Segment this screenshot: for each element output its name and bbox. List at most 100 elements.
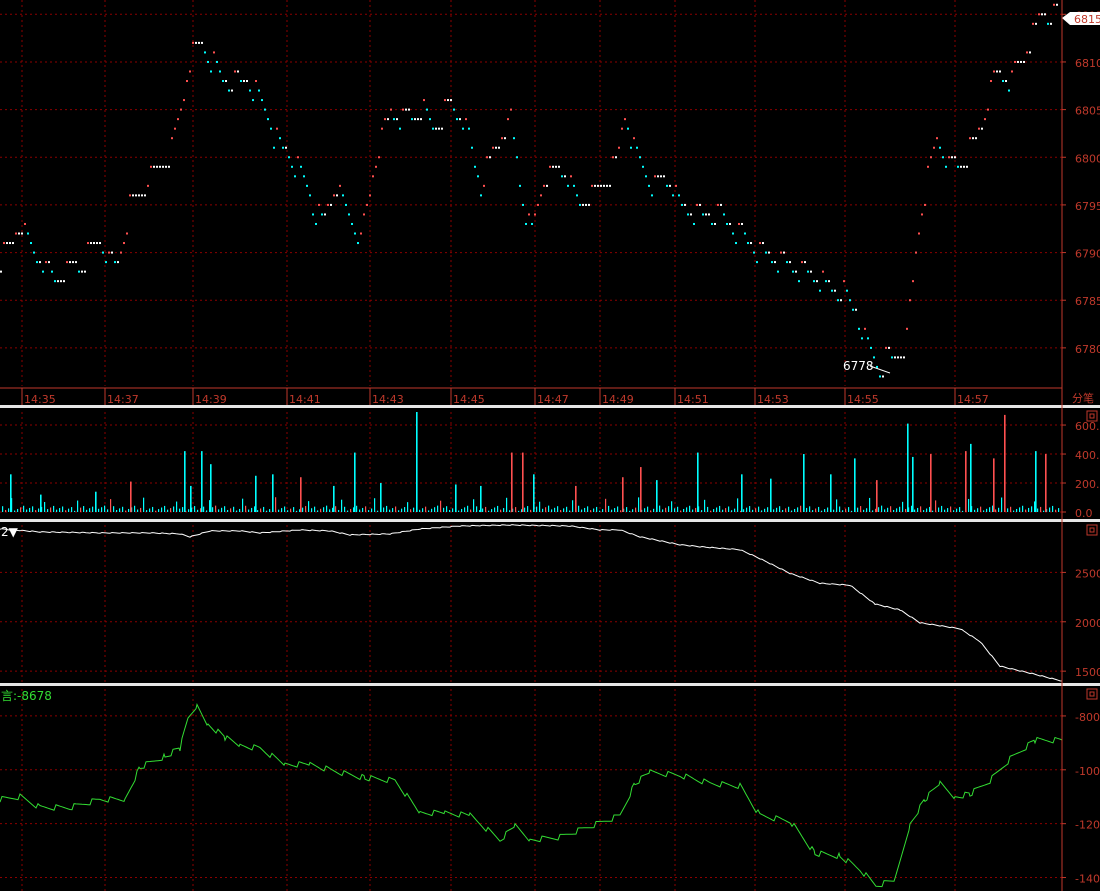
volume-bar [806,507,808,512]
volume-bar [1045,454,1047,512]
price-tick-point [654,175,656,178]
volume-bar [893,509,895,512]
price-tick-point [57,280,59,283]
volume-bar [47,509,49,512]
volume-bar [557,506,559,512]
volume-bar [314,506,316,512]
price-tick-point [309,194,311,197]
volume-bar [647,506,649,512]
price-tick-point [840,299,842,302]
volume-bar [362,507,364,512]
volume-bar [1037,508,1039,512]
volume-bar [212,507,214,512]
price-tick-point [267,118,269,121]
volume-bar [944,509,946,512]
price-tick-point [132,194,134,197]
volume-bar [1025,509,1027,512]
volume-bar [500,509,502,512]
volume-bar [566,506,568,512]
volume-bar [92,506,94,512]
price-tick-point [210,70,212,73]
volume-bar [842,510,844,512]
price-tick-point [150,165,152,168]
price-tick-point [141,194,143,197]
price-tick-point [675,184,677,187]
volume-bar [599,510,601,512]
volume-bar [970,443,972,512]
volume-bar [173,506,175,512]
volume-bar [575,485,577,512]
price-tick-point [120,251,122,254]
price-tick-point [246,80,248,83]
volume-bar [65,510,67,512]
price-tick-point [810,270,812,273]
volume-bar [119,508,121,512]
price-tick-point [885,346,887,349]
price-tick-point [855,308,857,311]
price-tick-point [750,242,752,245]
price-tick-point [303,175,305,178]
price-tick-point [330,203,332,206]
volume-bar [854,458,856,512]
price-tick-point [342,194,344,197]
price-tick-point [372,175,374,178]
volume-bar [407,502,409,512]
price-tick-point [447,99,449,102]
price-tick-point [123,242,125,245]
price-tick-point [252,99,254,102]
volume-bar [941,505,943,512]
volume-bar [896,508,898,512]
price-tick-point [999,70,1001,73]
price-tick-point [711,222,713,225]
price-tick-point [972,137,974,140]
volume-bar [227,509,229,512]
price-tick-point [33,251,35,254]
price-tick-point [579,203,581,206]
volume-bar [236,510,238,512]
price-tick-point [42,270,44,273]
volume-bar [242,498,244,512]
price-tick-point [699,203,701,206]
volume-bar [845,508,847,512]
price-tick-point [354,232,356,235]
volume-bar [530,509,532,512]
price-tick-point [1029,51,1031,54]
y-tick-label: 6780 [1075,343,1100,356]
price-tick-point [21,232,23,235]
price-tick-point [237,70,239,73]
x-tick-label: 14:53 [757,393,789,406]
separator-3 [0,683,1100,686]
price-tick-point [888,346,890,349]
volume-bar [1007,508,1009,512]
y-tick-label: -12000 [1075,819,1100,832]
volume-bar [137,509,139,512]
price-tick-point [846,289,848,292]
price-tick-point [240,80,242,83]
price-tick-point [1041,13,1043,16]
x-tick-label: 14:39 [195,393,227,406]
volume-bar [770,478,772,512]
volume-bar [1016,508,1018,512]
volume-bar [300,477,302,512]
price-tick-point [30,242,32,245]
volume-bar [764,508,766,512]
price-tick-point [366,203,368,206]
price-tick-point [1056,3,1058,6]
price-tick-point [906,327,908,330]
separator-1 [0,405,1100,408]
volume-bar [749,506,751,512]
price-tick-point [642,165,644,168]
price-tick-point [870,346,872,349]
volume-bar [983,510,985,512]
volume-bar [518,510,520,512]
volume-bar [881,505,883,512]
price-tick-point [369,194,371,197]
price-tick-point [51,270,53,273]
volume-bar [608,505,610,512]
volume-bar [278,509,280,512]
price-tick-point [1014,60,1016,63]
price-tick-point [159,165,161,168]
price-tick-point [1047,22,1049,25]
volume-bar [998,507,1000,512]
volume-bar [980,506,982,512]
